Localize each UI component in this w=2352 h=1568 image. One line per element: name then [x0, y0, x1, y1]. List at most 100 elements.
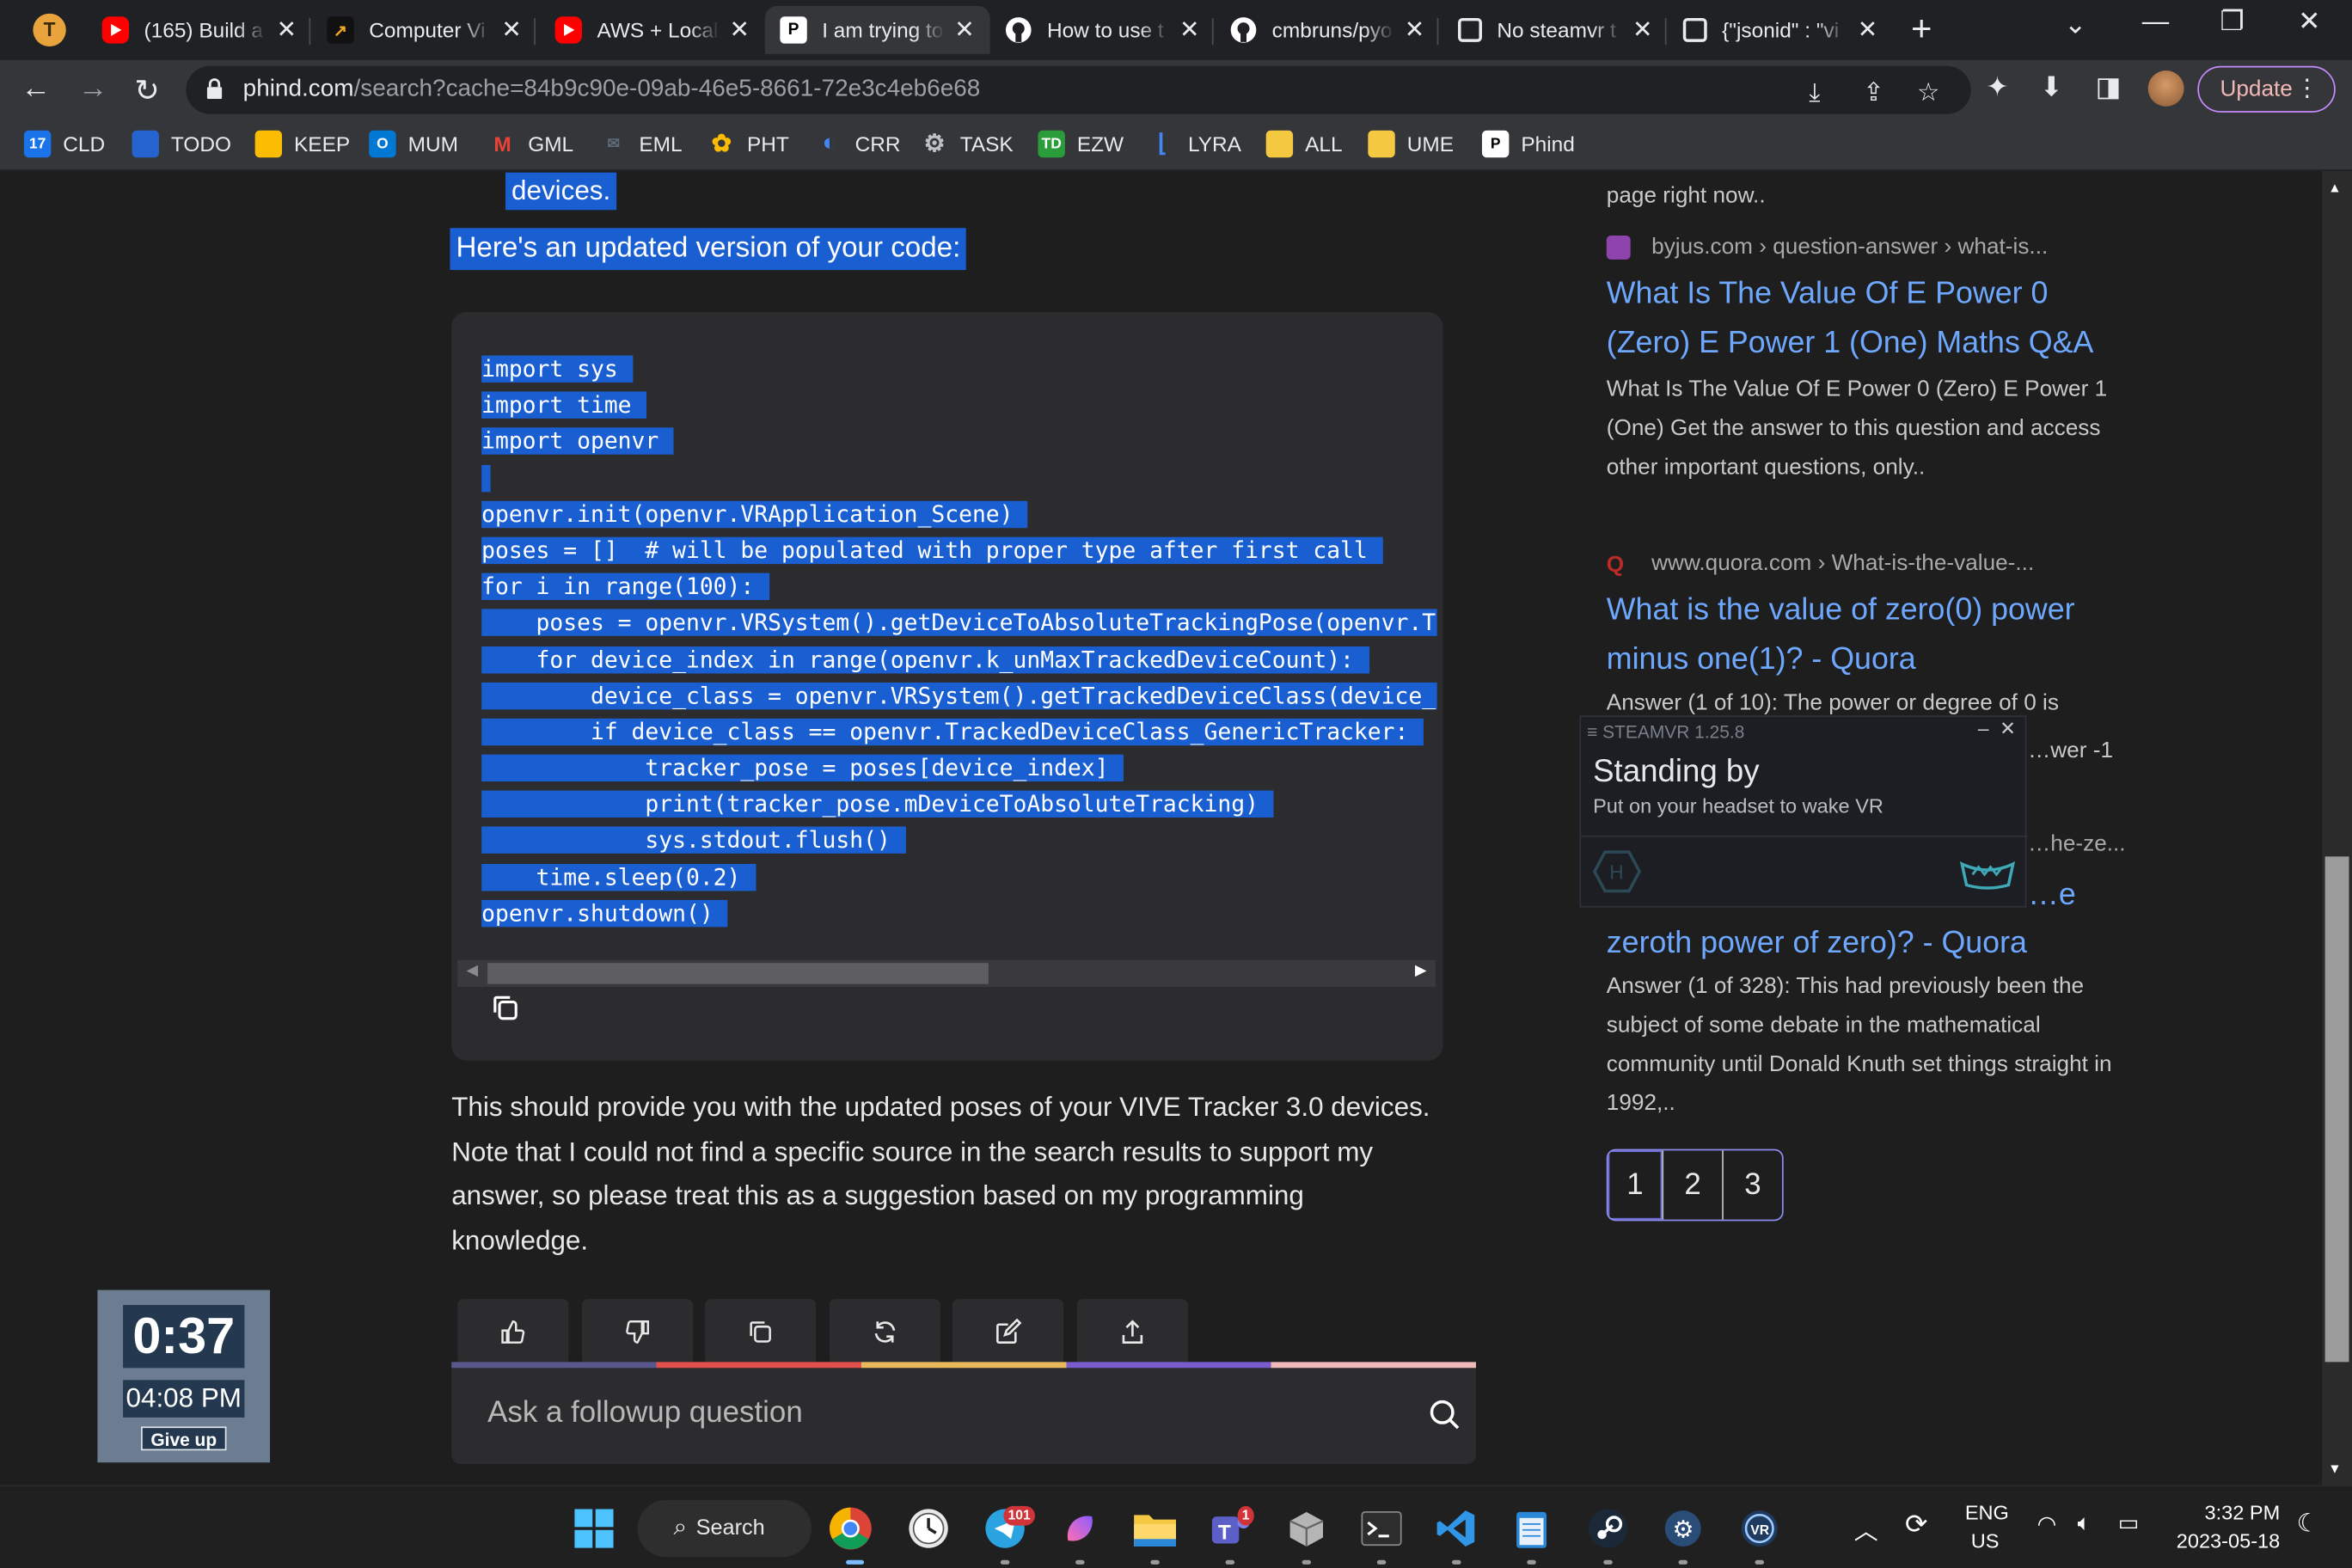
steamvr-icon[interactable]: VR	[1737, 1506, 1782, 1551]
bookmark-all[interactable]: ALL	[1265, 130, 1343, 158]
thumbs-down-button[interactable]	[582, 1299, 694, 1365]
page-3-button[interactable]: 3	[1722, 1150, 1782, 1220]
close-icon[interactable]: ✕	[501, 15, 522, 45]
profile-avatar[interactable]: T	[33, 13, 66, 47]
tab-jsonid[interactable]: {"jsonid" : "vi ✕	[1668, 6, 1893, 54]
bookmark-crr[interactable]: ◐ CRR	[816, 131, 900, 157]
result-title[interactable]: What is the value of zero(0) power minus…	[1607, 585, 2116, 684]
restore-button[interactable]: ❐	[2220, 6, 2244, 38]
app-cube-icon[interactable]	[1284, 1506, 1329, 1551]
code-horizontal-scrollbar[interactable]: ◀ ▶	[457, 959, 1436, 988]
url-text[interactable]: phind.com/search?cache=84b9c90e-09ab-46e…	[243, 77, 981, 103]
close-icon[interactable]: ✕	[729, 15, 750, 45]
bookmark-mum[interactable]: O MUM	[369, 130, 458, 158]
share-icon[interactable]: ⇪	[1863, 78, 1884, 108]
bookmark-cld[interactable]: 17 CLD	[23, 130, 105, 158]
tab-how-to-use[interactable]: How to use t ✕	[990, 6, 1216, 54]
scroll-left-icon[interactable]: ◀	[467, 963, 478, 979]
bookmark-keep[interactable]: KEEP	[254, 130, 350, 158]
result-source-fragment[interactable]: …he-ze...	[2028, 831, 2125, 857]
page-1-button[interactable]: 1	[1608, 1150, 1663, 1220]
scroll-up-icon[interactable]: ▲	[2328, 180, 2342, 194]
headset-icon[interactable]: H	[1593, 849, 1641, 894]
windows-start-icon[interactable]	[572, 1506, 616, 1551]
bookmark-gml[interactable]: M GML	[489, 131, 573, 157]
sync-icon[interactable]: ⟳	[1905, 1509, 1927, 1540]
taskbar-search[interactable]: ⌕ Search	[637, 1499, 812, 1558]
followup-placeholder[interactable]: Ask a followup question	[487, 1397, 803, 1431]
tab-no-steamvr[interactable]: No steamvr t ✕	[1443, 6, 1669, 54]
close-icon[interactable]: ✕	[1857, 15, 1877, 45]
forward-button[interactable]: →	[75, 72, 111, 107]
reload-button[interactable]: ↻	[129, 72, 165, 110]
base-station-icon[interactable]	[1959, 858, 2016, 891]
page-vertical-scrollbar[interactable]: ▲ ▼	[2322, 170, 2352, 1485]
steamvr-window-controls[interactable]: – ✕	[1978, 717, 2016, 741]
notepad-icon[interactable]	[1509, 1506, 1553, 1551]
close-icon[interactable]: ✕	[2000, 717, 2016, 739]
tab-youtube-build[interactable]: (165) Build a ✕	[87, 6, 312, 54]
tray-overflow-chevron-icon[interactable]: ︿	[1854, 1510, 1878, 1547]
scroll-down-icon[interactable]: ▼	[2328, 1461, 2342, 1476]
language-indicator[interactable]: ENG US	[1965, 1502, 2009, 1553]
system-clock[interactable]: 3:32 PM 2023-05-18	[2175, 1502, 2281, 1553]
result-title[interactable]: zeroth power of zero)? - Quora	[1607, 918, 2116, 968]
bookmark-star-icon[interactable]: ☆	[1917, 78, 1940, 108]
minimize-icon[interactable]: –	[1978, 717, 1989, 739]
update-button[interactable]: Update ⋮	[2197, 65, 2336, 113]
thumbs-up-button[interactable]	[457, 1299, 569, 1365]
scrollbar-thumb[interactable]	[2324, 856, 2349, 1363]
steam-icon[interactable]	[1585, 1506, 1630, 1551]
page-2-button[interactable]: 2	[1662, 1150, 1722, 1220]
bookmark-todo[interactable]: TODO	[132, 130, 231, 158]
minimize-button[interactable]: —	[2142, 6, 2169, 38]
give-up-button[interactable]: Give up	[141, 1426, 227, 1451]
address-bar[interactable]: phind.com/search?cache=84b9c90e-09ab-46e…	[186, 65, 1971, 114]
battery-icon[interactable]: ▭	[2118, 1509, 2140, 1536]
close-icon[interactable]: ✕	[1179, 15, 1199, 45]
result-source[interactable]: Qwww.quora.com › What-is-the-value-...	[1607, 550, 2116, 577]
tab-phind-active[interactable]: P I am trying to ✕	[764, 5, 990, 54]
steamvr-header[interactable]: ≡ STEAMVR 1.25.8	[1587, 721, 1744, 742]
close-icon[interactable]: ✕	[954, 15, 975, 45]
followup-input[interactable]: Ask a followup question	[451, 1368, 1476, 1465]
copilot-icon[interactable]	[1057, 1506, 1102, 1551]
steamvr-status-window[interactable]: ≡ STEAMVR 1.25.8 – ✕ Standing by Put on …	[1579, 715, 2029, 908]
bookmark-task[interactable]: ⚙ TASK	[921, 131, 1014, 158]
window-close-button[interactable]: ✕	[2298, 6, 2320, 38]
clock-app-icon[interactable]	[906, 1506, 951, 1551]
scroll-right-icon[interactable]: ▶	[1415, 963, 1426, 979]
search-icon[interactable]	[1428, 1398, 1461, 1430]
back-button[interactable]: ←	[18, 72, 54, 107]
file-explorer-icon[interactable]	[1132, 1506, 1177, 1551]
bookmark-lyra[interactable]: ⌊ LYRA	[1149, 131, 1241, 158]
tab-search-chevron-icon[interactable]: ⌄	[2064, 9, 2086, 40]
copy-answer-button[interactable]	[705, 1299, 817, 1365]
side-panel-icon[interactable]: ◨	[2096, 72, 2122, 104]
bookmark-pht[interactable]: ✿ PHT	[708, 131, 789, 158]
vscode-icon[interactable]	[1434, 1506, 1479, 1551]
download-icon[interactable]: ⬇	[2040, 72, 2062, 104]
tab-cmbruns[interactable]: cmbruns/pyo ✕	[1215, 6, 1440, 54]
do-not-disturb-icon[interactable]: ☾	[2296, 1509, 2319, 1539]
result-title[interactable]: What Is The Value Of E Power 0 (Zero) E …	[1607, 268, 2116, 367]
bookmark-eml[interactable]: ✉ EML	[600, 131, 682, 157]
volume-icon[interactable]: 🔈︎	[2078, 1510, 2092, 1536]
tab-aws-local[interactable]: AWS + Local ✕	[540, 6, 765, 54]
extensions-icon[interactable]: ✦	[1986, 72, 2008, 104]
bookmark-phind[interactable]: P Phind	[1481, 130, 1575, 158]
menu-dots-icon[interactable]: ⋮	[2295, 74, 2319, 104]
new-tab-button[interactable]: +	[1911, 9, 1932, 51]
terminal-icon[interactable]	[1359, 1506, 1404, 1551]
result-source[interactable]: byjus.com › question-answer › what-is...	[1606, 234, 2116, 260]
regenerate-button[interactable]	[829, 1299, 941, 1365]
tab-computer-vision[interactable]: ↗ Computer Vi ✕	[312, 6, 537, 54]
result-title-fragment[interactable]: …e	[2028, 870, 2118, 920]
profile-avatar-icon[interactable]	[2147, 70, 2184, 107]
close-icon[interactable]: ✕	[276, 15, 297, 45]
bookmark-ume[interactable]: UME	[1368, 130, 1454, 158]
share-button[interactable]	[1076, 1299, 1188, 1365]
copy-code-icon[interactable]	[491, 993, 521, 1023]
scrollbar-thumb[interactable]	[487, 963, 989, 984]
bookmark-ezw[interactable]: TD EZW	[1038, 130, 1124, 158]
